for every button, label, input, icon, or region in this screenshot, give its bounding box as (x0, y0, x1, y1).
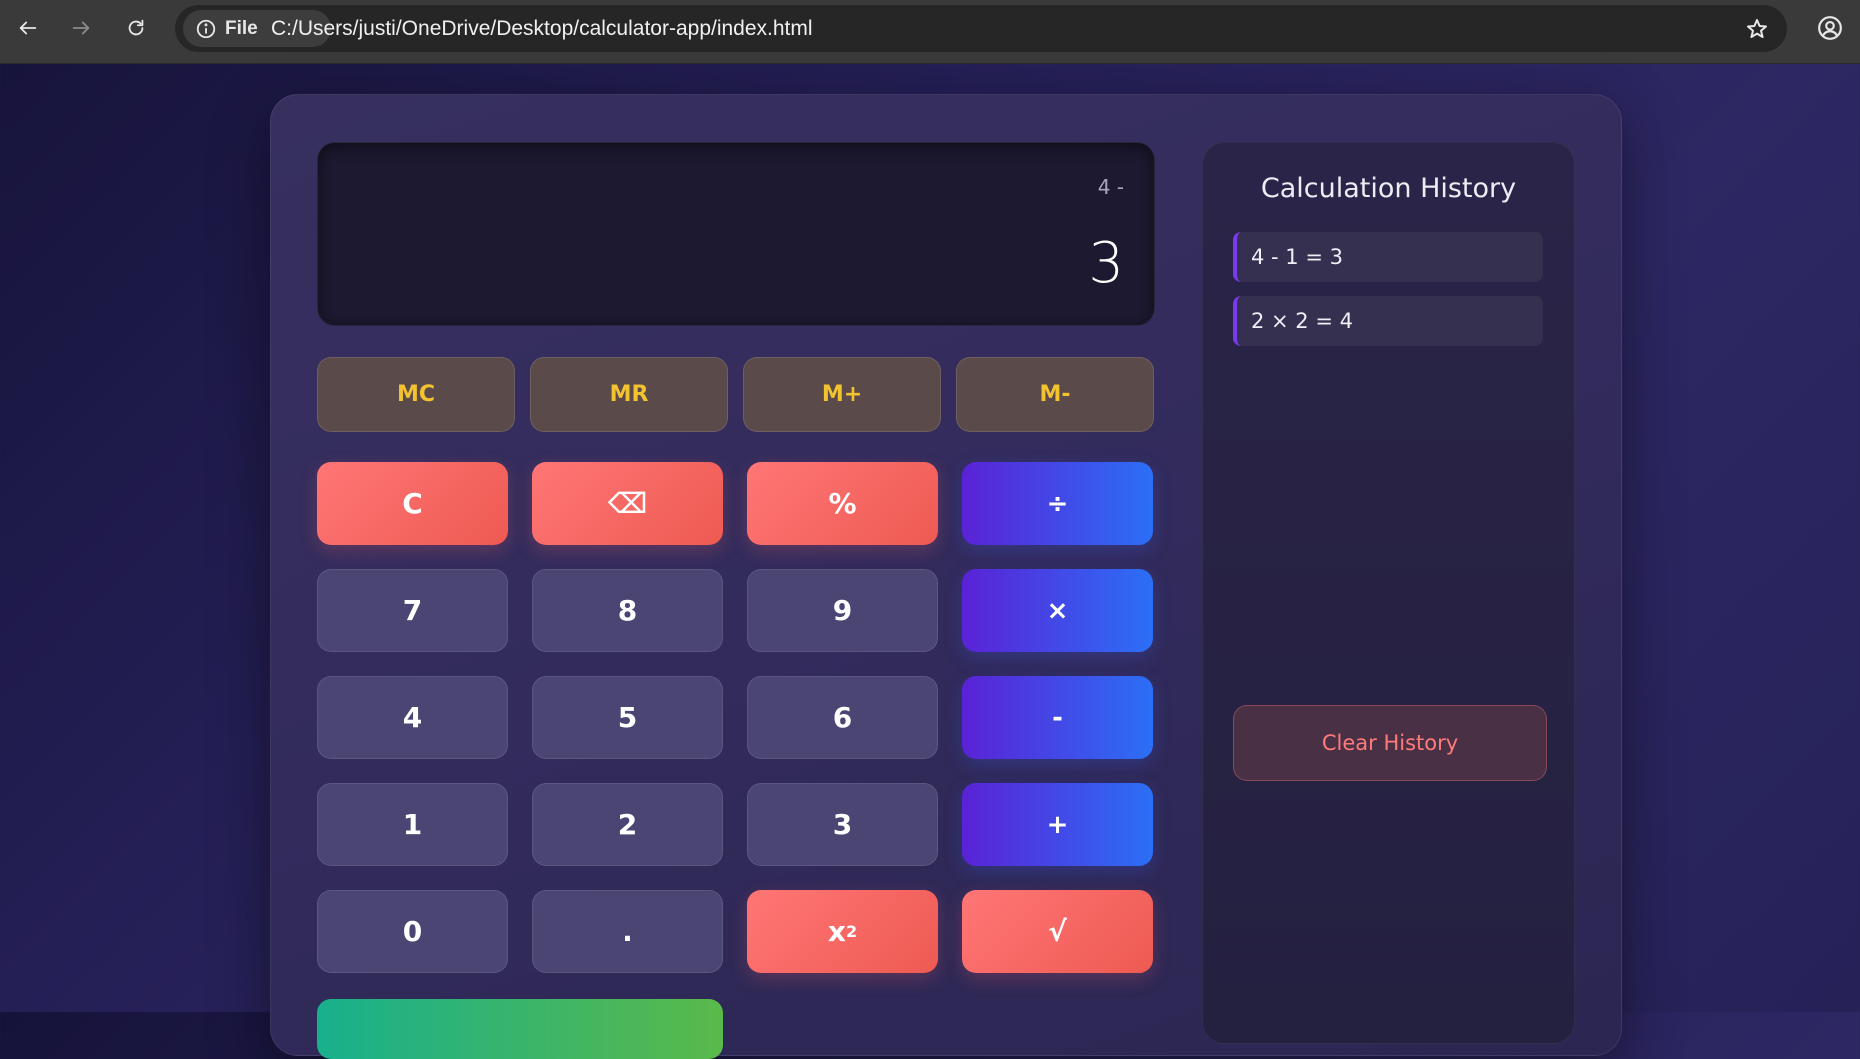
digit-5-button[interactable]: 5 (532, 676, 723, 759)
profile-button[interactable] (1812, 10, 1848, 46)
digit-7-button[interactable]: 7 (317, 569, 508, 652)
decimal-button[interactable]: . (532, 890, 723, 973)
forward-button[interactable] (63, 10, 99, 46)
history-title: Calculation History (1260, 173, 1517, 204)
arrow-right-icon (72, 21, 90, 35)
sqrt-button[interactable]: √ (962, 890, 1153, 973)
digit-6-button[interactable]: 6 (747, 676, 938, 759)
subtract-button[interactable]: - (962, 676, 1153, 759)
memory-add-button[interactable]: M+ (743, 357, 941, 432)
info-icon (196, 19, 216, 38)
memory-recall-button[interactable]: MR (530, 357, 728, 432)
scheme-label: File (225, 17, 258, 39)
digit-1-button[interactable]: 1 (317, 783, 508, 866)
expression-text: 4 - (1097, 175, 1124, 199)
digit-2-button[interactable]: 2 (532, 783, 723, 866)
bookmark-button[interactable] (1739, 11, 1775, 47)
memory-subtract-button[interactable]: M- (956, 357, 1154, 432)
divide-button[interactable]: ÷ (962, 462, 1153, 545)
browser-toolbar: File C:/Users/justi/OneDrive/Desktop/cal… (0, 0, 1860, 64)
digit-8-button[interactable]: 8 (532, 569, 723, 652)
square-exponent-label: 2 (845, 922, 858, 941)
percent-button[interactable]: % (747, 462, 938, 545)
history-panel: Calculation History 4 - 1 = 3 2 × 2 = 4 … (1202, 142, 1575, 1044)
history-item[interactable]: 2 × 2 = 4 (1233, 296, 1543, 346)
arrow-left-icon (19, 21, 37, 35)
multiply-button[interactable]: × (962, 569, 1153, 652)
square-base-label: x (827, 915, 846, 948)
result-text: 3 (1088, 231, 1124, 296)
address-bar[interactable]: File C:/Users/justi/OneDrive/Desktop/cal… (175, 5, 1787, 52)
equals-button[interactable] (317, 999, 723, 1059)
add-button[interactable]: + (962, 783, 1153, 866)
memory-clear-button[interactable]: MC (317, 357, 515, 432)
star-icon (1747, 19, 1767, 38)
url-text[interactable]: C:/Users/justi/OneDrive/Desktop/calculat… (271, 5, 813, 52)
back-button[interactable] (10, 10, 46, 46)
clear-button[interactable]: C (317, 462, 508, 545)
clear-history-button[interactable]: Clear History (1233, 705, 1547, 781)
calculator-card: 4 - 3 MC MR M+ M- C ⌫ % ÷ 7 8 9 × 4 5 6 … (270, 94, 1622, 1059)
digit-4-button[interactable]: 4 (317, 676, 508, 759)
calculator-display: 4 - 3 (317, 142, 1155, 326)
reload-button[interactable] (118, 10, 154, 46)
digit-3-button[interactable]: 3 (747, 783, 938, 866)
profile-icon (1818, 16, 1842, 40)
digit-0-button[interactable]: 0 (317, 890, 508, 973)
history-item[interactable]: 4 - 1 = 3 (1233, 232, 1543, 282)
square-button[interactable]: x2 (747, 890, 938, 973)
reload-icon (128, 19, 144, 36)
backspace-button[interactable]: ⌫ (532, 462, 723, 545)
digit-9-button[interactable]: 9 (747, 569, 938, 652)
backspace-icon: ⌫ (607, 487, 648, 520)
